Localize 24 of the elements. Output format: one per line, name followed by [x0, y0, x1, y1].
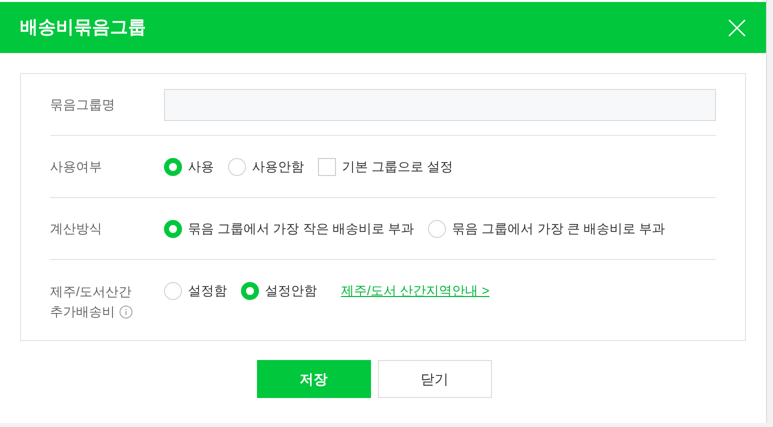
radio-button[interactable]	[164, 282, 182, 300]
field-label: 계산방식	[50, 220, 102, 238]
radio-option[interactable]: 설정함	[164, 281, 227, 300]
group-name-field[interactable]	[164, 88, 716, 120]
field-label: 사용여부	[50, 158, 102, 176]
field-label: 묶음그룹명	[50, 96, 115, 114]
radio-button[interactable]	[164, 220, 182, 238]
radio-button[interactable]	[428, 220, 446, 238]
radio-button[interactable]	[228, 158, 246, 176]
radio-option[interactable]: 사용안함	[228, 156, 304, 176]
radio-button[interactable]	[241, 282, 259, 300]
close-icon[interactable]	[728, 18, 746, 36]
radio-option[interactable]: 묶음 그룹에서 가장 큰 배송비로 부과	[428, 218, 666, 238]
radio-option[interactable]: 사용	[164, 156, 214, 176]
dialog-title: 배송비묶음그룹	[20, 16, 146, 39]
checkbox[interactable]	[318, 158, 336, 176]
info-icon[interactable]	[119, 305, 133, 319]
radio-option[interactable]: 묶음 그룹에서 가장 작은 배송비로 부과	[164, 218, 414, 238]
checkbox-option[interactable]: 기본 그룹으로 설정	[318, 156, 454, 176]
radio-option[interactable]: 설정안함	[241, 281, 317, 300]
field-label: 제주/도서산간	[50, 283, 132, 301]
radio-button[interactable]	[164, 158, 182, 176]
field-label: 추가배송비	[50, 303, 115, 321]
close-button[interactable]: 닫기	[378, 360, 492, 398]
